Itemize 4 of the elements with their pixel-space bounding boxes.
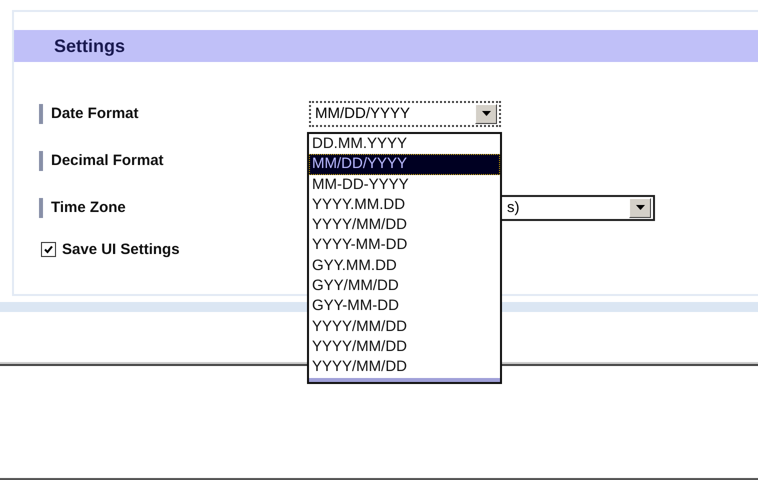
field-label: Decimal Format xyxy=(51,152,165,169)
field-label: Time Zone xyxy=(51,199,127,216)
panel-title: Settings xyxy=(54,36,126,56)
field-label: Date Format xyxy=(51,105,140,122)
